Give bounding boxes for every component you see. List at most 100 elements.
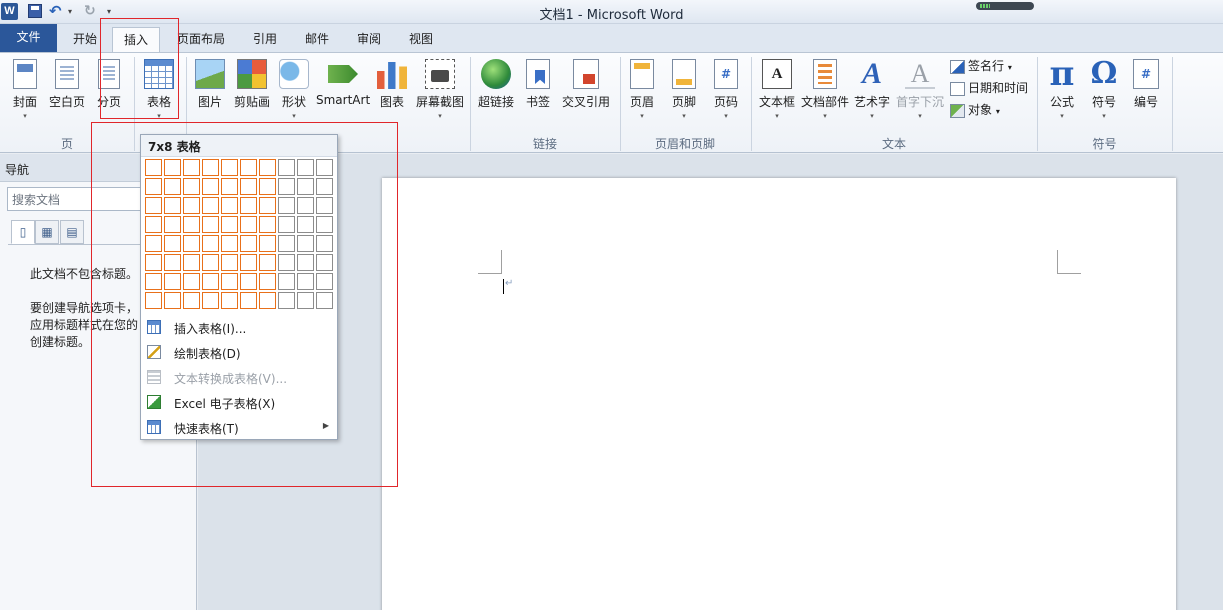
grid-cell[interactable] <box>183 197 200 214</box>
text-box-button[interactable]: A 文本框 ▾ <box>757 55 797 120</box>
grid-cell[interactable] <box>202 178 219 195</box>
table-grid-picker[interactable] <box>145 159 335 311</box>
grid-cell[interactable] <box>259 235 276 252</box>
grid-cell[interactable] <box>164 197 181 214</box>
grid-cell[interactable] <box>202 159 219 176</box>
grid-cell[interactable] <box>259 197 276 214</box>
document-page[interactable]: ↵ <box>382 178 1176 610</box>
picture-button[interactable]: 图片 <box>193 55 227 110</box>
grid-cell[interactable] <box>259 254 276 271</box>
grid-cell[interactable] <box>259 216 276 233</box>
grid-cell[interactable] <box>278 235 295 252</box>
grid-cell[interactable] <box>316 216 333 233</box>
grid-cell[interactable] <box>259 178 276 195</box>
cover-page-button[interactable]: 封面 ▾ <box>6 55 44 120</box>
hyperlink-button[interactable]: 超链接 <box>476 55 516 110</box>
grid-cell[interactable] <box>259 292 276 309</box>
browse-headings-tab-icon[interactable]: ▯ <box>11 220 35 244</box>
grid-cell[interactable] <box>183 216 200 233</box>
grid-cell[interactable] <box>164 159 181 176</box>
grid-cell[interactable] <box>240 292 257 309</box>
grid-cell[interactable] <box>202 216 219 233</box>
grid-cell[interactable] <box>278 178 295 195</box>
grid-cell[interactable] <box>297 273 314 290</box>
grid-cell[interactable] <box>278 197 295 214</box>
tab-page-layout[interactable]: 页面布局 <box>169 27 233 52</box>
grid-cell[interactable] <box>240 273 257 290</box>
chart-button[interactable]: 图表 <box>376 55 408 110</box>
clipart-button[interactable]: 剪贴画 <box>232 55 272 110</box>
grid-cell[interactable] <box>278 159 295 176</box>
signature-line-button[interactable]: 签名行 ▾ <box>950 57 1012 77</box>
grid-cell[interactable] <box>221 254 238 271</box>
grid-cell[interactable] <box>164 178 181 195</box>
grid-cell[interactable] <box>278 273 295 290</box>
grid-cell[interactable] <box>316 273 333 290</box>
bookmark-button[interactable]: 书签 <box>523 55 553 110</box>
grid-cell[interactable] <box>297 197 314 214</box>
grid-cell[interactable] <box>145 273 162 290</box>
grid-cell[interactable] <box>316 292 333 309</box>
menu-insert-table[interactable]: 插入表格(I)... <box>141 315 337 340</box>
grid-cell[interactable] <box>202 254 219 271</box>
menu-excel-spreadsheet[interactable]: Excel 电子表格(X) <box>141 390 337 415</box>
grid-cell[interactable] <box>164 292 181 309</box>
grid-cell[interactable] <box>221 273 238 290</box>
blank-page-button[interactable]: 空白页 <box>46 55 88 110</box>
grid-cell[interactable] <box>316 254 333 271</box>
grid-cell[interactable] <box>145 159 162 176</box>
tab-insert[interactable]: 插入 <box>112 27 160 53</box>
number-button[interactable]: # 编号 <box>1128 55 1164 110</box>
object-button[interactable]: 对象 ▾ <box>950 101 1000 121</box>
grid-cell[interactable] <box>145 216 162 233</box>
grid-cell[interactable] <box>221 197 238 214</box>
menu-quick-tables[interactable]: 快速表格(T) ▶ <box>141 415 337 440</box>
grid-cell[interactable] <box>145 235 162 252</box>
menu-draw-table[interactable]: 绘制表格(D) <box>141 340 337 365</box>
cross-reference-button[interactable]: 交叉引用 <box>560 55 612 110</box>
page-number-button[interactable]: # 页码 ▾ <box>710 55 742 120</box>
grid-cell[interactable] <box>297 159 314 176</box>
grid-cell[interactable] <box>202 197 219 214</box>
tab-home[interactable]: 开始 <box>61 27 109 52</box>
header-button[interactable]: 页眉 ▾ <box>626 55 658 120</box>
grid-cell[interactable] <box>278 292 295 309</box>
grid-cell[interactable] <box>164 216 181 233</box>
grid-cell[interactable] <box>297 235 314 252</box>
grid-cell[interactable] <box>240 235 257 252</box>
grid-cell[interactable] <box>240 178 257 195</box>
grid-cell[interactable] <box>221 159 238 176</box>
symbol-button[interactable]: Ω 符号 ▾ <box>1086 55 1122 121</box>
browse-pages-tab-icon[interactable]: ▦ <box>35 220 59 244</box>
screenshot-button[interactable]: 屏幕截图 ▾ <box>414 55 466 120</box>
grid-cell[interactable] <box>221 178 238 195</box>
grid-cell[interactable] <box>221 235 238 252</box>
tab-review[interactable]: 审阅 <box>346 27 392 52</box>
grid-cell[interactable] <box>297 216 314 233</box>
tab-view[interactable]: 视图 <box>398 27 444 52</box>
browse-results-tab-icon[interactable]: ▤ <box>60 220 84 244</box>
grid-cell[interactable] <box>316 159 333 176</box>
grid-cell[interactable] <box>278 216 295 233</box>
date-time-button[interactable]: 日期和时间 <box>950 79 1028 99</box>
grid-cell[interactable] <box>183 292 200 309</box>
grid-cell[interactable] <box>183 254 200 271</box>
grid-cell[interactable] <box>259 159 276 176</box>
grid-cell[interactable] <box>145 292 162 309</box>
shapes-button[interactable]: 形状 ▾ <box>278 55 310 120</box>
tab-file[interactable]: 文件 <box>0 24 57 52</box>
grid-cell[interactable] <box>297 292 314 309</box>
grid-cell[interactable] <box>221 292 238 309</box>
grid-cell[interactable] <box>221 216 238 233</box>
grid-cell[interactable] <box>240 254 257 271</box>
grid-cell[interactable] <box>145 197 162 214</box>
grid-cell[interactable] <box>145 254 162 271</box>
grid-cell[interactable] <box>297 254 314 271</box>
grid-cell[interactable] <box>240 216 257 233</box>
grid-cell[interactable] <box>183 159 200 176</box>
quick-parts-button[interactable]: 文档部件 ▾ <box>801 55 849 120</box>
wordart-button[interactable]: A 艺术字 ▾ <box>853 55 891 121</box>
grid-cell[interactable] <box>259 273 276 290</box>
grid-cell[interactable] <box>164 254 181 271</box>
grid-cell[interactable] <box>164 235 181 252</box>
